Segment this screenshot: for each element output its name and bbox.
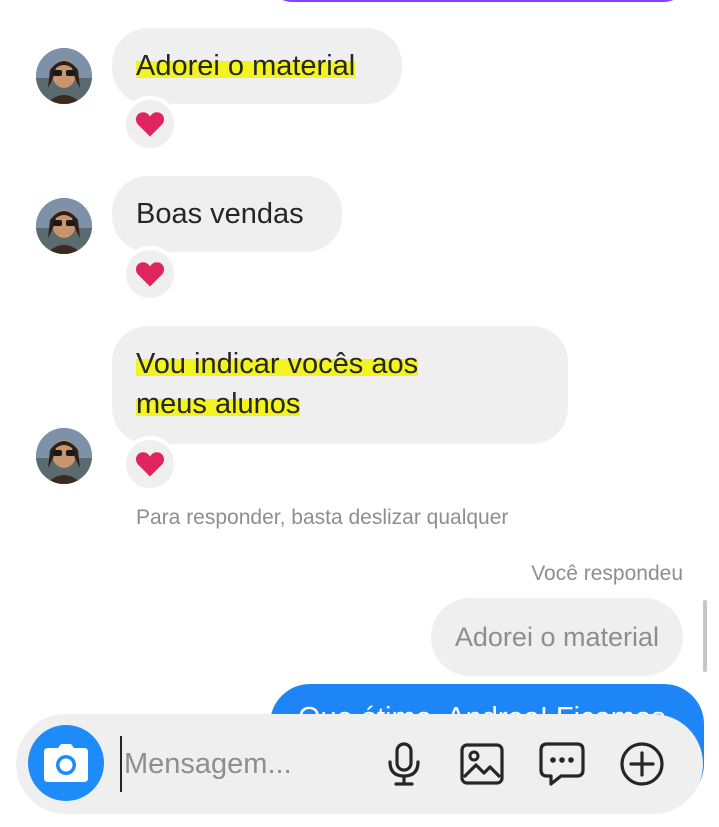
- microphone-button[interactable]: [378, 738, 430, 790]
- reaction-badge[interactable]: [122, 436, 178, 492]
- heart-icon: [135, 452, 165, 477]
- message-text: Boas vendas: [136, 198, 304, 230]
- message-text: Adorei o material: [136, 50, 356, 82]
- reaction-badge[interactable]: [122, 246, 178, 302]
- heart-icon: [135, 262, 165, 287]
- heart-icon: [135, 112, 165, 137]
- incoming-message-bubble[interactable]: Vou indicar vocês aos meus alunos: [112, 326, 568, 444]
- incoming-message-bubble[interactable]: Boas vendas: [112, 176, 342, 252]
- message-input[interactable]: [120, 736, 354, 792]
- previous-message-bubble[interactable]: [268, 0, 688, 2]
- camera-icon: [44, 744, 88, 782]
- message-text-line1: Vou indicar vocês aos: [136, 348, 419, 380]
- message-composer: [16, 714, 703, 814]
- scrollbar[interactable]: [703, 600, 707, 672]
- avatar[interactable]: [36, 198, 92, 254]
- swipe-reply-hint: Para responder, basta deslizar qualquer: [136, 506, 509, 529]
- add-icon: [620, 742, 664, 786]
- reply-label: Você respondeu: [531, 562, 683, 585]
- microphone-icon: [388, 742, 420, 786]
- avatar[interactable]: [36, 428, 92, 484]
- add-button[interactable]: [616, 738, 668, 790]
- sticker-chat-button[interactable]: [536, 738, 588, 790]
- camera-button[interactable]: [28, 725, 104, 801]
- avatar[interactable]: [36, 48, 92, 104]
- gallery-button[interactable]: [456, 738, 508, 790]
- message-text-line2: meus alunos: [136, 388, 301, 420]
- reaction-badge[interactable]: [122, 96, 178, 152]
- replied-message-quote[interactable]: Adorei o material: [430, 598, 683, 676]
- sticker-chat-icon: [539, 742, 585, 786]
- gallery-icon: [460, 743, 504, 785]
- incoming-message-bubble[interactable]: Adorei o material: [112, 28, 402, 104]
